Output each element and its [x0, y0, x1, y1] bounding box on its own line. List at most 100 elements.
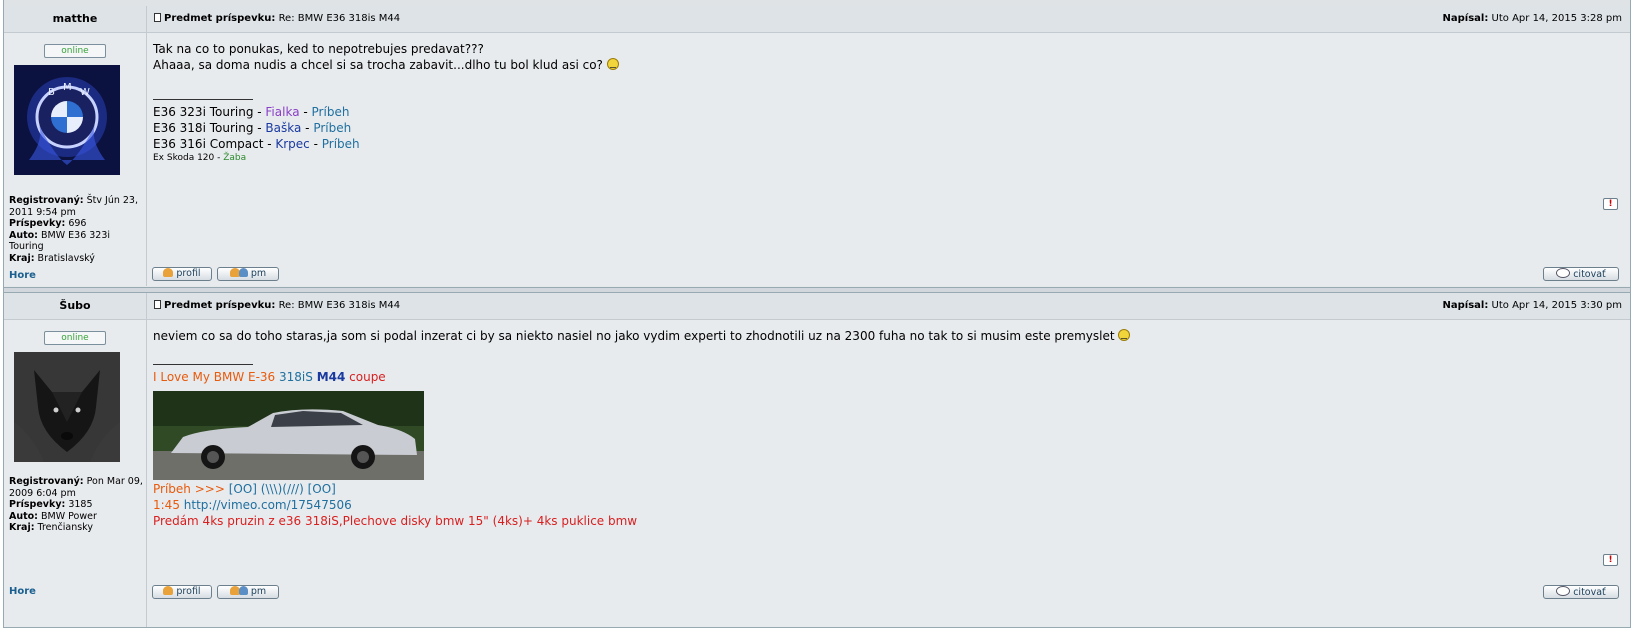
forum-topic-table: matthe Predmet príspevku: Re: BMW E36 31… — [3, 0, 1631, 628]
smiley-icon — [1118, 329, 1131, 341]
avatar[interactable] — [14, 352, 120, 462]
back-to-top-link[interactable]: Hore — [9, 586, 36, 597]
sig-text: - — [309, 137, 322, 151]
subject-label: Predmet príspevku: — [164, 13, 276, 24]
sig-text: 318iS — [279, 370, 313, 384]
post-body: Tak na co to ponukas, ked to nepotrebuje… — [153, 41, 619, 73]
post-2: Šubo Predmet príspevku: Re: BMW E36 318i… — [4, 293, 1630, 627]
sig-line-3: 1:45 http://vimeo.com/17547506 — [153, 497, 637, 513]
sig-line-1: E36 323i Touring - Fialka - Príbeh — [153, 104, 360, 120]
profile-registered: Registrovaný: Pon Mar 09, 2009 6:04 pm — [9, 476, 143, 499]
svg-text:B: B — [48, 87, 55, 98]
quote-button-label: citovať — [1573, 587, 1606, 598]
sig-text: I Love My BMW E-36 — [153, 370, 279, 384]
sig-text: M44 — [316, 370, 346, 384]
date-label: Napísal: — [1442, 13, 1489, 24]
body-line-with-smiley: neviem co sa do toho staras,ja som si po… — [153, 328, 1603, 344]
sig-text: E36 316i Compact - — [153, 137, 276, 151]
bmw-avatar-image: B M W — [14, 65, 120, 175]
post-body: neviem co sa do toho staras,ja som si po… — [153, 328, 1603, 344]
signature-divider — [153, 99, 253, 100]
sig-text: E36 318i Touring - — [153, 121, 266, 135]
profile-label: Auto: — [9, 229, 38, 241]
body-line: Ahaaa, sa doma nudis a chcel si sa troch… — [153, 58, 603, 72]
subject-label: Predmet príspevku: — [164, 300, 276, 311]
profile-button-label: profil — [176, 268, 201, 279]
body-line: Tak na co to ponukas, ked to nepotrebuje… — [153, 42, 484, 56]
online-badge: online — [44, 331, 106, 345]
post-signature: I Love My BMW E-36 318iS M44 coupe — [153, 364, 386, 385]
pm-button[interactable]: pm — [217, 585, 279, 599]
post-header: matthe Predmet príspevku: Re: BMW E36 31… — [4, 6, 1630, 33]
post-header: Šubo Predmet príspevku: Re: BMW E36 318i… — [4, 293, 1630, 320]
post-author[interactable]: Šubo — [4, 293, 147, 319]
sig-link-vimeo[interactable]: http://vimeo.com/17547506 — [184, 498, 352, 512]
date-label: Napísal: — [1442, 300, 1489, 311]
profile-value: BMW Power — [41, 510, 97, 522]
sig-link-fialka[interactable]: Fialka — [265, 105, 299, 119]
post-author[interactable]: matthe — [4, 6, 147, 32]
sig-line-4: Predám 4ks pruzin z e36 318iS,Plechove d… — [153, 514, 638, 528]
author-panel: online Registrovaný: Pon Mar 09, 2009 6:… — [4, 320, 147, 627]
quote-button-label: citovať — [1573, 269, 1606, 280]
sig-text: coupe — [345, 370, 386, 384]
svg-text:M: M — [63, 82, 72, 93]
profile-car: Auto: BMW Power — [9, 511, 143, 523]
subject-text: Re: BMW E36 318is M44 — [278, 300, 401, 311]
profile-value: Trenčiansky — [37, 522, 93, 533]
post-subject: Predmet príspevku: Re: BMW E36 318is M44 — [154, 293, 400, 319]
pm-icon-2 — [238, 268, 248, 277]
svg-text:W: W — [80, 87, 90, 98]
date-text: Uto Apr 14, 2015 3:30 pm — [1491, 300, 1622, 311]
profile-region: Kraj: Bratislavský — [9, 253, 143, 265]
sig-text: Ex Skoda 120 - — [153, 153, 224, 163]
profile-label: Príspevky: — [9, 218, 66, 229]
online-badge: online — [44, 44, 106, 58]
body-line: neviem co sa do toho staras,ja som si po… — [153, 329, 1115, 343]
post-subject: Predmet príspevku: Re: BMW E36 318is M44 — [154, 6, 400, 32]
post-1: matthe Predmet príspevku: Re: BMW E36 31… — [4, 6, 1630, 286]
sig-link-zaba[interactable]: Žaba — [223, 153, 246, 163]
report-post-icon[interactable]: ! — [1603, 554, 1618, 566]
profile-button[interactable]: profil — [152, 585, 212, 599]
profile-label: Registrovaný: — [9, 476, 84, 487]
sig-link-krpec[interactable]: Krpec — [275, 137, 309, 151]
quote-button[interactable]: citovať — [1543, 267, 1619, 281]
quote-button[interactable]: citovať — [1543, 585, 1619, 599]
profile-button[interactable]: profil — [152, 267, 212, 281]
sig-link-video[interactable]: [OO] (\\\)(///) [OO] — [229, 482, 336, 496]
signature-divider — [153, 364, 253, 365]
profile-button-label: profil — [176, 586, 201, 597]
post-signature-bottom: Príbeh >>> [OO] (\\\)(///) [OO] 1:45 htt… — [153, 481, 637, 529]
post-content: neviem co sa do toho staras,ja som si po… — [147, 320, 1630, 627]
pm-button[interactable]: pm — [217, 267, 279, 281]
wolf-avatar-image — [14, 352, 120, 462]
bmw-coupe-image — [153, 391, 424, 480]
sig-link-pribeh[interactable]: Príbeh — [312, 105, 350, 119]
sig-text: E36 323i Touring - — [153, 105, 266, 119]
back-to-top-link[interactable]: Hore — [9, 270, 36, 281]
post-icon — [154, 13, 161, 22]
avatar[interactable]: B M W — [14, 65, 120, 175]
author-panel: online B M W Registrovaný: Štv Jún 23, 2… — [4, 33, 147, 286]
post-date: Napísal: Uto Apr 14, 2015 3:30 pm — [1443, 293, 1622, 319]
profile-region: Kraj: Trenčiansky — [9, 522, 143, 534]
body-line-with-smiley: Ahaaa, sa doma nudis a chcel si sa troch… — [153, 57, 619, 73]
report-post-icon[interactable]: ! — [1603, 198, 1618, 210]
profile-posts: Príspevky: 696 — [9, 218, 143, 230]
sig-link-pribeh[interactable]: Príbeh — [313, 121, 351, 135]
sig-line-2: Príbeh >>> [OO] (\\\)(///) [OO] — [153, 481, 637, 497]
smiley-icon — [606, 58, 619, 70]
post-content: Tak na co to ponukas, ked to nepotrebuje… — [147, 33, 1630, 286]
subject-text: Re: BMW E36 318is M44 — [278, 13, 401, 24]
sig-line-3: E36 316i Compact - Krpec - Príbeh — [153, 136, 360, 152]
sig-line-4: Ex Skoda 120 - Žaba — [153, 152, 360, 164]
sig-link-pribeh[interactable]: Príbeh — [322, 137, 360, 151]
author-profile: Registrovaný: Pon Mar 09, 2009 6:04 pm P… — [9, 476, 143, 534]
sig-link-baska[interactable]: Baška — [265, 121, 301, 135]
profile-label: Registrovaný: — [9, 195, 84, 206]
sig-text: 1:45 — [153, 498, 184, 512]
profile-value: 696 — [68, 218, 87, 229]
profile-label: Kraj: — [9, 252, 35, 264]
post-signature: E36 323i Touring - Fialka - Príbeh E36 3… — [153, 99, 360, 164]
